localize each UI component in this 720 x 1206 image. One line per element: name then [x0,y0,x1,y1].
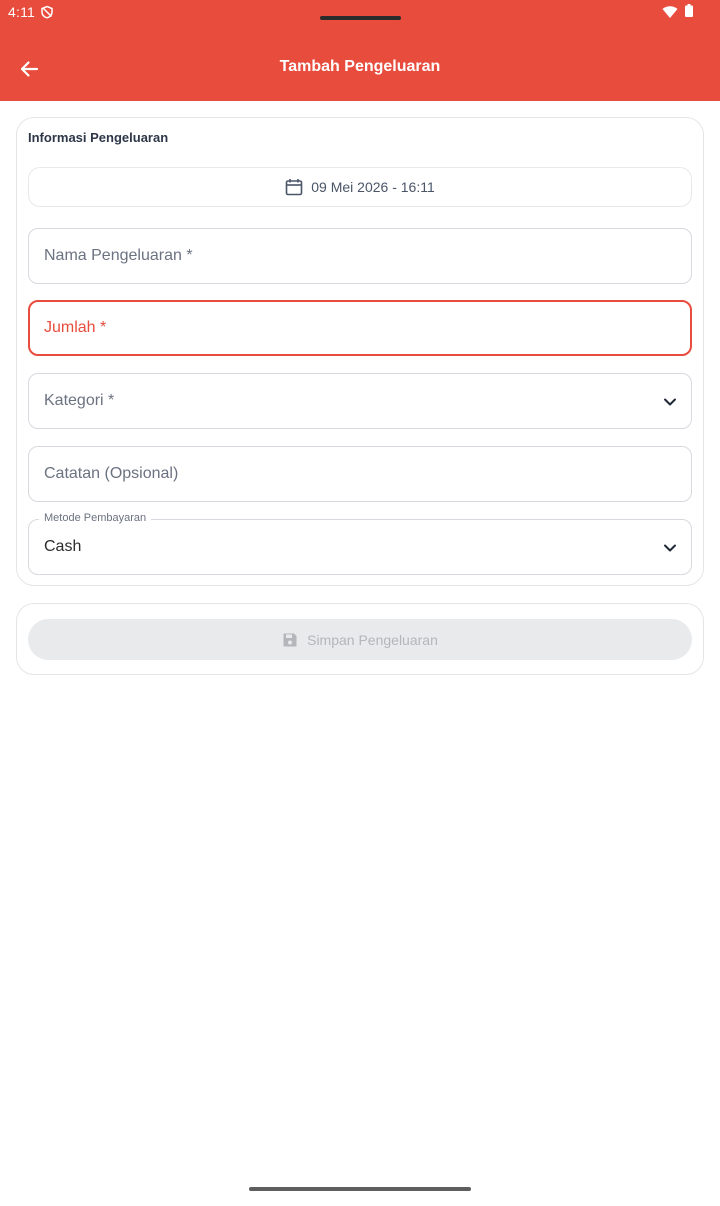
save-expense-button[interactable]: Simpan Pengeluaran [28,619,692,660]
camera-notch [320,16,401,20]
category-dropdown[interactable]: Kategori * [28,373,692,429]
date-picker-button[interactable]: 09 Mei 2026 - 16:11 [28,167,692,207]
shield-off-icon [41,5,53,19]
expense-name-label: Nama Pengeluaran * [44,247,193,264]
expense-info-card: Informasi Pengeluaran 09 Mei 2026 - 16:1… [16,117,704,586]
chevron-down-icon [664,398,676,406]
date-value: 09 Mei 2026 - 16:11 [311,179,435,195]
notes-field[interactable]: Catatan (Opsional) [28,446,692,502]
amount-field[interactable]: Jumlah * [28,300,692,356]
payment-method-value: Cash [44,538,82,555]
category-label: Kategori * [44,392,115,409]
chevron-down-icon [664,544,676,552]
amount-label: Jumlah * [44,319,107,336]
page-title: Tambah Pengeluaran [279,58,441,75]
status-time: 4:11 [8,4,36,20]
app-bar: 4:11 Tambah Pengeluaran [0,0,720,101]
wifi-icon [662,6,678,18]
battery-icon [685,4,693,17]
section-title: Informasi Pengeluaran [28,130,169,145]
calendar-icon [285,179,303,196]
status-bar: 4:11 [0,0,720,26]
home-indicator[interactable] [249,1187,471,1191]
expense-name-field[interactable]: Nama Pengeluaran * [28,228,692,284]
actions-card: Simpan Pengeluaran [16,603,704,675]
save-label: Simpan Pengeluaran [307,631,438,648]
payment-method-dropdown[interactable]: Metode Pembayaran Cash [28,512,692,575]
save-icon [283,633,297,646]
payment-method-label: Metode Pembayaran [39,512,152,524]
notes-label: Catatan (Opsional) [44,465,179,482]
